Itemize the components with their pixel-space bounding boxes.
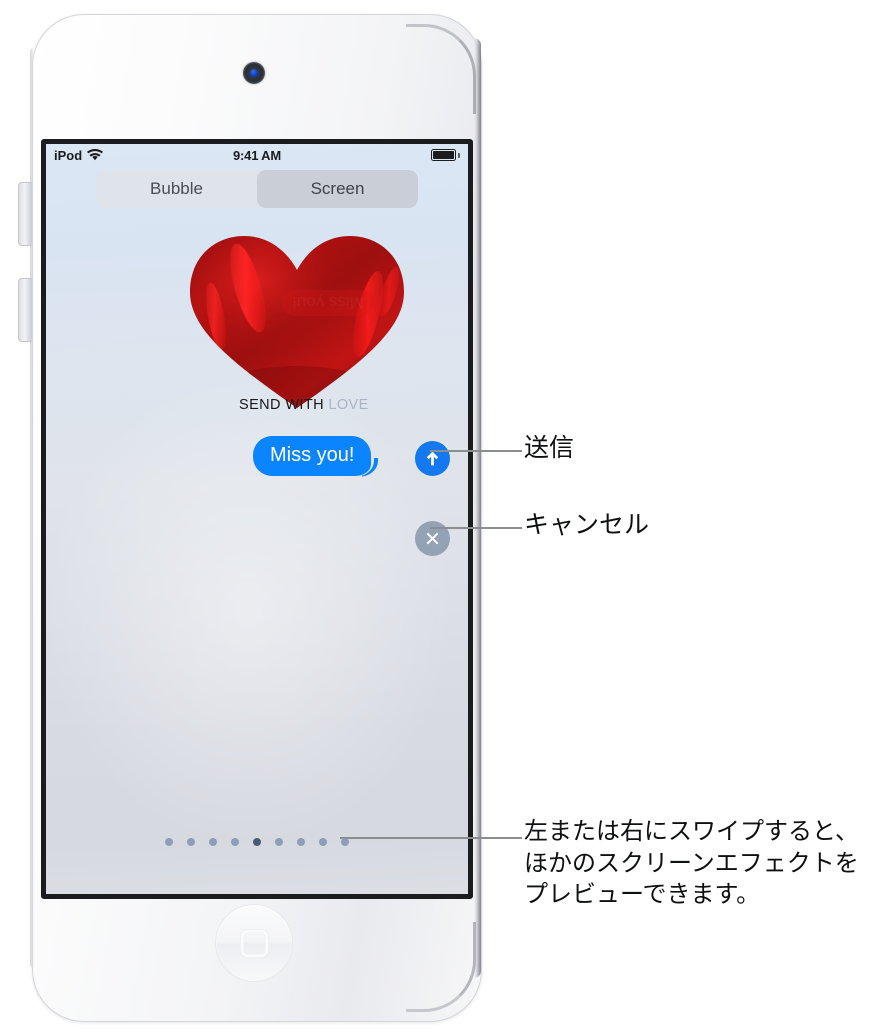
page-dot[interactable] bbox=[341, 838, 349, 846]
leader-line-cancel bbox=[430, 527, 522, 529]
message-bubble[interactable]: Miss you! bbox=[253, 436, 372, 476]
send-button[interactable] bbox=[415, 441, 450, 476]
volume-up-button[interactable] bbox=[18, 182, 32, 246]
page-dot[interactable] bbox=[209, 838, 217, 846]
status-bar-clock: 9:41 AM bbox=[233, 147, 281, 163]
page-dot[interactable] bbox=[165, 838, 173, 846]
message-bubble-text: Miss you! bbox=[270, 444, 355, 466]
leader-line-swipe bbox=[340, 837, 522, 839]
page-dot[interactable] bbox=[297, 838, 305, 846]
leader-line-send bbox=[430, 450, 522, 452]
front-camera-icon bbox=[243, 62, 265, 84]
home-button-square bbox=[240, 929, 268, 957]
ipod-touch-device: iPod 9:41 AM Bubble Screen Miss you! SEN… bbox=[18, 8, 490, 1028]
tab-bubble[interactable]: Bubble bbox=[96, 170, 257, 208]
volume-down-button[interactable] bbox=[18, 278, 32, 342]
effect-name-light-part: LOVE bbox=[328, 397, 369, 413]
page-indicator-dots[interactable] bbox=[46, 838, 468, 846]
effect-name-dark-part: SEND WITH bbox=[239, 397, 329, 413]
svg-text:Miss you!: Miss you! bbox=[292, 293, 364, 312]
cancel-x-icon bbox=[426, 532, 439, 545]
screen-effect-preview: Miss you! SEND WITH LOVE bbox=[46, 230, 468, 430]
home-button-icon[interactable] bbox=[215, 904, 293, 982]
effect-name-label: SEND WITH LOVE bbox=[239, 397, 369, 413]
page-dot[interactable] bbox=[275, 838, 283, 846]
page-dot[interactable] bbox=[187, 838, 195, 846]
camera-lens bbox=[250, 69, 258, 77]
page-dot[interactable] bbox=[319, 838, 327, 846]
effect-type-segmented-control-wrapper: Bubble Screen bbox=[46, 170, 468, 208]
message-bubble-tail bbox=[362, 458, 378, 477]
device-screen: iPod 9:41 AM Bubble Screen Miss you! SEN… bbox=[41, 139, 473, 899]
callout-send-label: 送信 bbox=[524, 433, 575, 462]
tab-screen[interactable]: Screen bbox=[257, 170, 418, 208]
page-dot[interactable] bbox=[231, 838, 239, 846]
page-dot-active[interactable] bbox=[253, 838, 261, 846]
effect-type-segmented-control[interactable]: Bubble Screen bbox=[96, 170, 418, 208]
status-bar: iPod 9:41 AM bbox=[46, 144, 468, 166]
callout-swipe-label: 左または右にスワイプすると、ほかのスクリーンエフェクトをプレビューできます。 bbox=[524, 817, 860, 909]
heart-balloon-icon: Miss you! bbox=[186, 230, 408, 412]
callout-cancel-label: キャンセル bbox=[524, 510, 650, 539]
